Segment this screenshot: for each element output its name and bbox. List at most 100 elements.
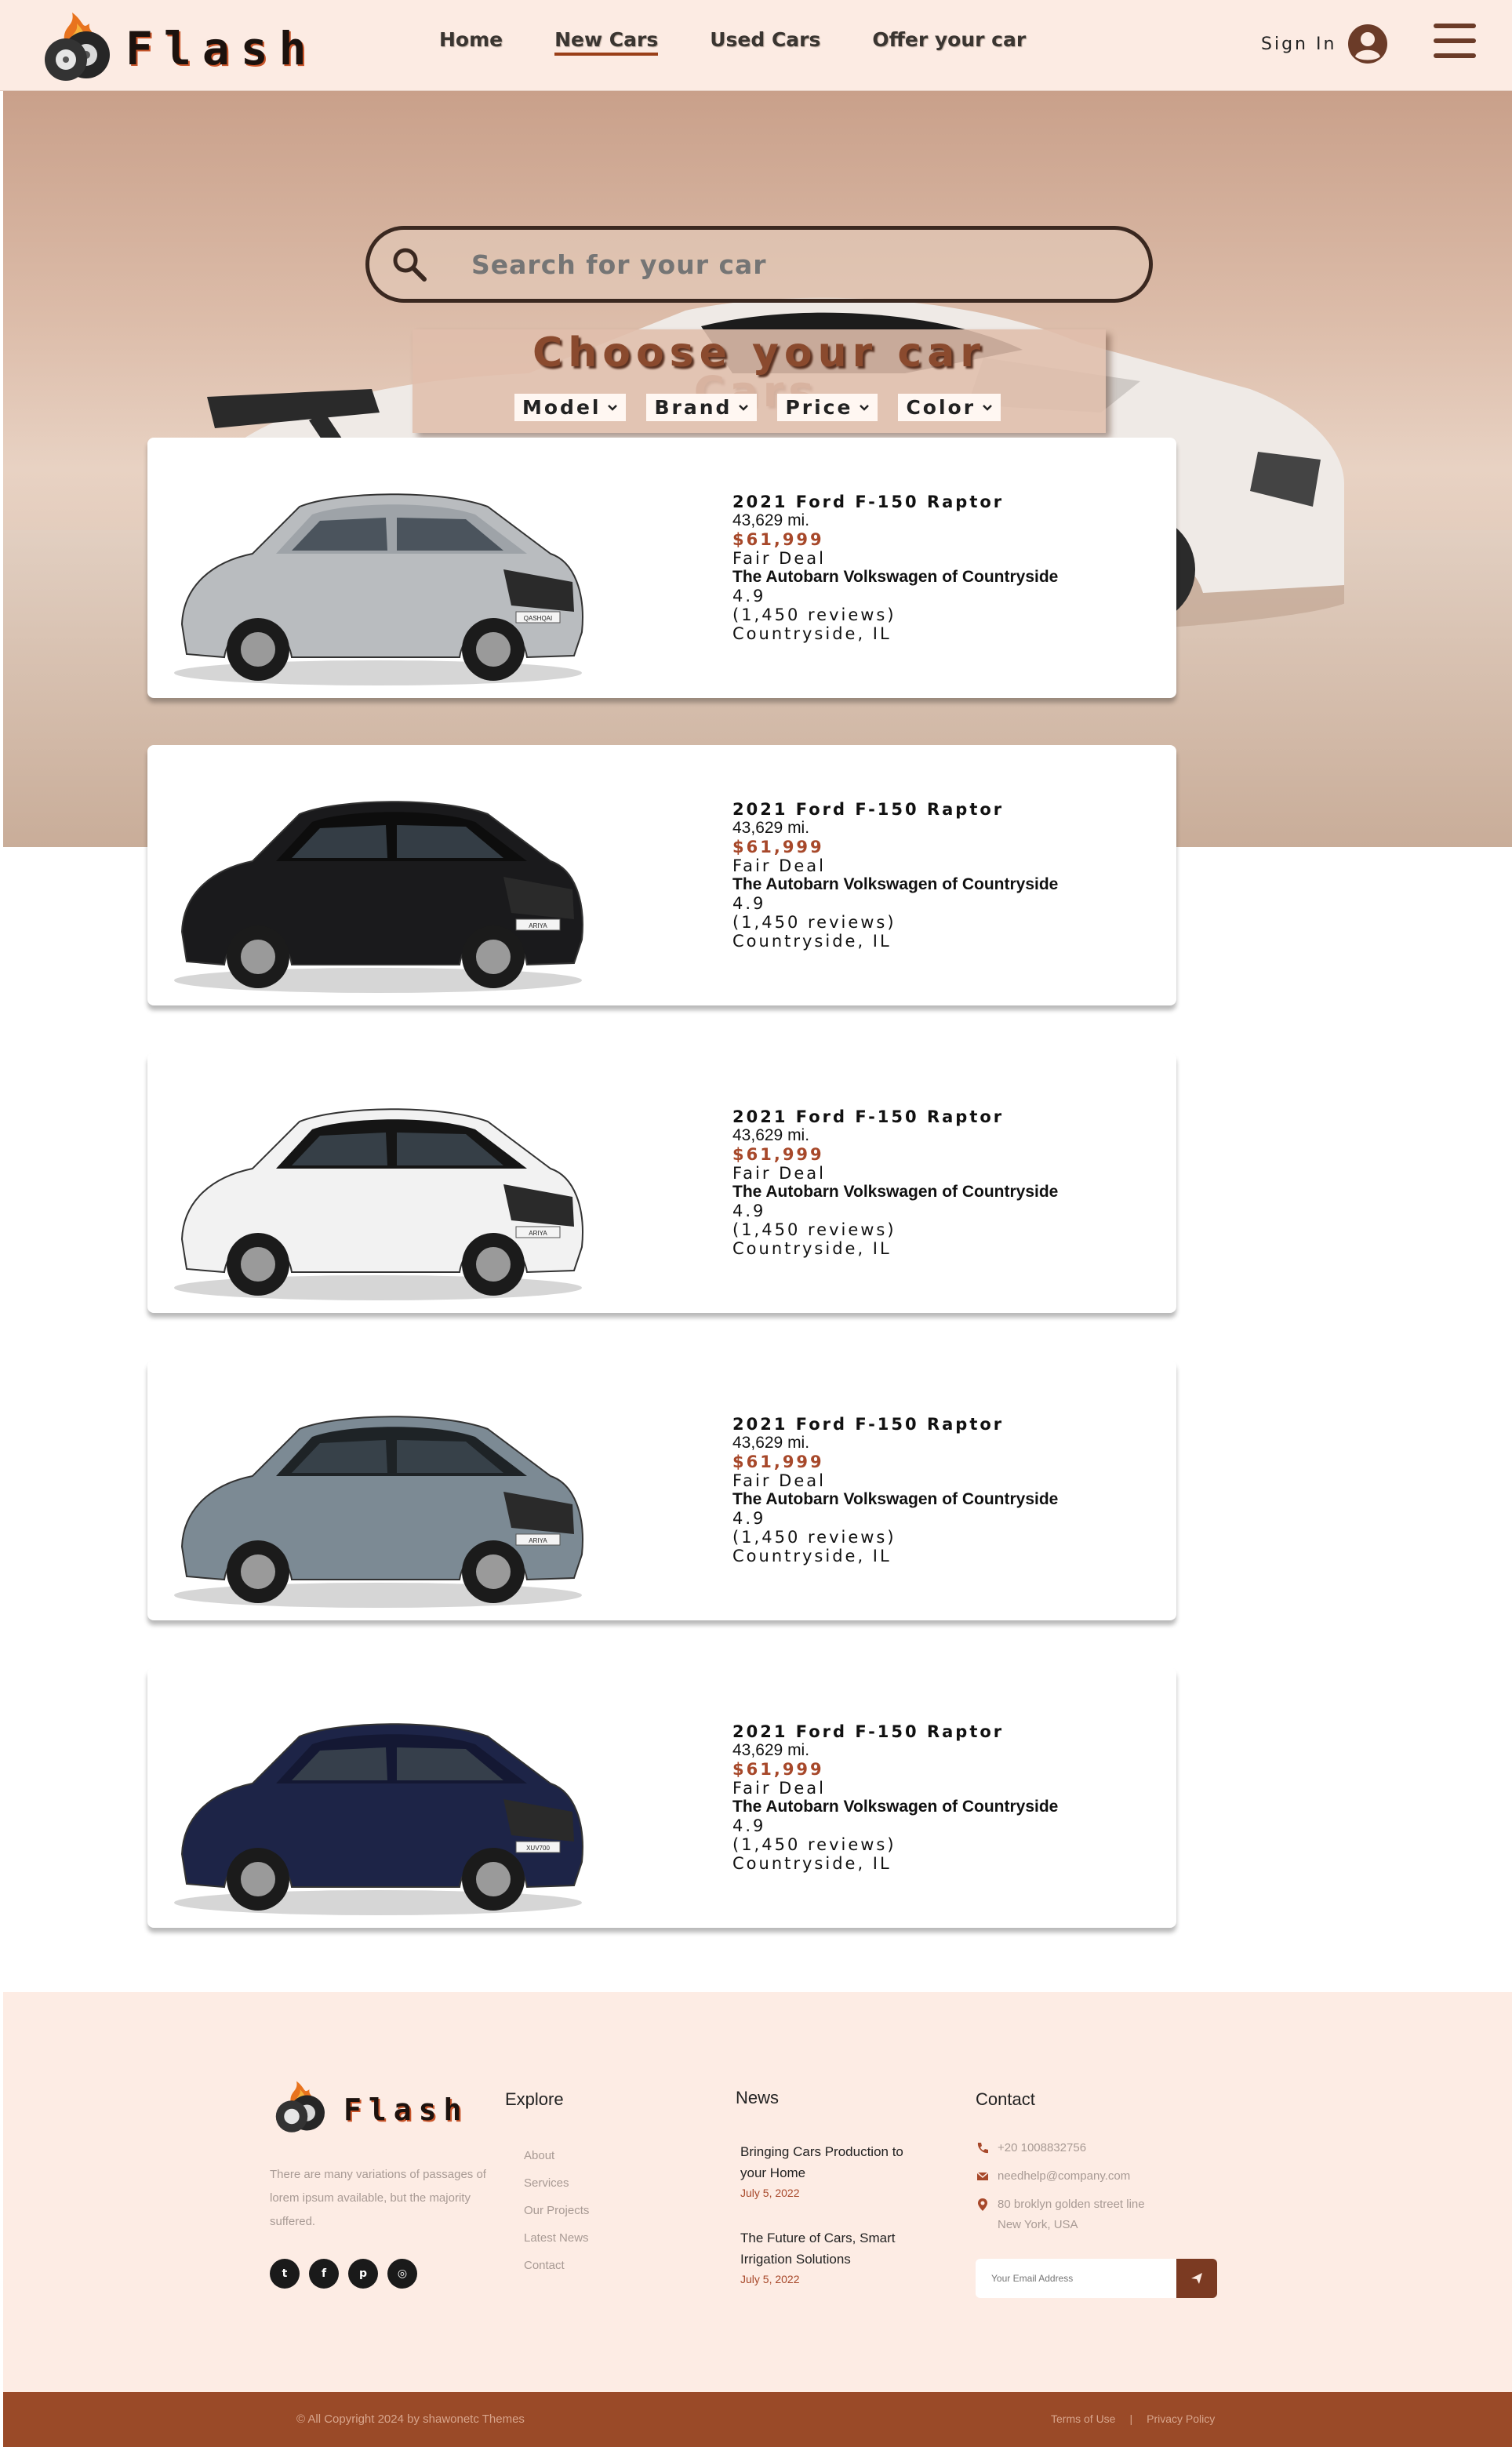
footer-bottom-bar: © All Copyright 2024 by shawonetc Themes… bbox=[3, 2392, 1512, 2447]
social-links: t f p ◎ bbox=[270, 2259, 417, 2289]
hamburger-menu-icon[interactable] bbox=[1434, 24, 1476, 63]
review-count: (1,450 reviews) bbox=[732, 1220, 896, 1239]
news-date: July 5, 2022 bbox=[740, 2273, 800, 2285]
tire-flame-logo-icon bbox=[275, 2081, 325, 2132]
chevron-down-icon bbox=[983, 404, 992, 411]
footer-link-about[interactable]: About bbox=[524, 2149, 589, 2176]
car-chooser-panel: Choose your car Model Brand Price Color bbox=[413, 329, 1106, 433]
send-icon bbox=[1191, 2273, 1202, 2284]
dealer-name: The Autobarn Volkswagen of Countryside bbox=[732, 1490, 1059, 1508]
pinterest-icon[interactable]: p bbox=[348, 2259, 378, 2289]
explore-links: About Services Our Projects Latest News … bbox=[524, 2149, 589, 2286]
car-listing-info: 2021 Ford F-150 Raptor 43,629 mi. $61,99… bbox=[732, 800, 1058, 951]
dealer-name: The Autobarn Volkswagen of Countryside bbox=[732, 875, 1059, 893]
car-listing-info: 2021 Ford F-150 Raptor 43,629 mi. $61,99… bbox=[732, 493, 1058, 643]
dealer-location: Countryside, IL bbox=[732, 1854, 892, 1873]
brand-logo[interactable]: Flash bbox=[41, 9, 307, 82]
contact-heading: Contact bbox=[976, 2089, 1035, 2109]
news-item[interactable]: The Future of Cars, Smart Irrigation Sol… bbox=[740, 2227, 921, 2285]
footer-logo[interactable]: Flash bbox=[273, 2078, 461, 2133]
newsletter-submit-button[interactable] bbox=[1176, 2259, 1217, 2298]
deal-rating: Fair Deal bbox=[732, 549, 826, 568]
car-title: 2021 Ford F-150 Raptor bbox=[732, 1722, 1005, 1741]
car-listing-card[interactable]: XUV700 2021 Ford F-150 Raptor 43,629 mi.… bbox=[147, 1667, 1176, 1928]
filter-price-dropdown[interactable]: Price bbox=[777, 394, 878, 421]
dealer-name: The Autobarn Volkswagen of Countryside bbox=[732, 1798, 1059, 1816]
tire-flame-logo-icon bbox=[45, 13, 110, 81]
site-header: Flash Home New Cars Used Cars Offer your… bbox=[0, 0, 1512, 91]
deal-rating: Fair Deal bbox=[732, 1471, 826, 1490]
main-nav: Home New Cars Used Cars Offer your car bbox=[439, 28, 1078, 56]
car-title: 2021 Ford F-150 Raptor bbox=[732, 1107, 1005, 1126]
contact-email[interactable]: needhelp@company.com bbox=[976, 2166, 1130, 2187]
footer-link-services[interactable]: Services bbox=[524, 2176, 589, 2204]
car-mileage: 43,629 mi. bbox=[732, 819, 810, 837]
contact-phone[interactable]: +20 1008832756 bbox=[976, 2138, 1086, 2158]
phone-number: +20 1008832756 bbox=[998, 2141, 1087, 2154]
car-listing-info: 2021 Ford F-150 Raptor 43,629 mi. $61,99… bbox=[732, 1107, 1058, 1258]
dealer-rating: 4.9 bbox=[732, 1816, 766, 1835]
dealer-rating: 4.9 bbox=[732, 894, 766, 913]
filter-color-dropdown[interactable]: Color bbox=[898, 394, 1001, 421]
car-price: $61,999 bbox=[732, 838, 824, 856]
sign-in-button[interactable]: Sign In bbox=[1261, 24, 1388, 64]
address-line: New York, USA bbox=[998, 2218, 1078, 2231]
car-photo: ARIYA bbox=[174, 1416, 583, 1608]
car-listing-info: 2021 Ford F-150 Raptor 43,629 mi. $61,99… bbox=[732, 1722, 1058, 1873]
dealer-rating: 4.9 bbox=[732, 587, 766, 605]
footer-brand-name: Flash bbox=[343, 2092, 469, 2127]
search-icon bbox=[393, 248, 427, 282]
car-search-bar[interactable] bbox=[365, 226, 1153, 303]
site-footer: Flash There are many variations of passa… bbox=[3, 1992, 1512, 2392]
car-listing-card[interactable]: ARIYA 2021 Ford F-150 Raptor 43,629 mi. … bbox=[147, 745, 1176, 1005]
filter-model-dropdown[interactable]: Model bbox=[514, 394, 627, 421]
car-listing-card[interactable]: QASHQAI 2021 Ford F-150 Raptor 43,629 mi… bbox=[147, 438, 1176, 698]
car-mileage: 43,629 mi. bbox=[732, 1741, 810, 1759]
car-photo: QASHQAI bbox=[174, 493, 583, 685]
dealer-name: The Autobarn Volkswagen of Countryside bbox=[732, 1183, 1059, 1201]
contact-address: 80 broklyn golden street line New York, … bbox=[976, 2194, 1145, 2235]
search-input[interactable] bbox=[471, 249, 1067, 280]
deal-rating: Fair Deal bbox=[732, 1779, 826, 1798]
car-listings: QASHQAI 2021 Ford F-150 Raptor 43,629 mi… bbox=[147, 438, 1176, 1975]
chevron-down-icon bbox=[739, 404, 749, 411]
address-line: 80 broklyn golden street line bbox=[998, 2198, 1145, 2211]
news-item[interactable]: Bringing Cars Production to your Home Ju… bbox=[740, 2141, 921, 2199]
nav-home[interactable]: Home bbox=[439, 28, 503, 56]
privacy-link[interactable]: Privacy Policy bbox=[1147, 2412, 1215, 2425]
legal-separator: | bbox=[1129, 2412, 1133, 2425]
footer-link-projects[interactable]: Our Projects bbox=[524, 2204, 589, 2231]
twitter-icon[interactable]: t bbox=[270, 2259, 300, 2289]
car-mileage: 43,629 mi. bbox=[732, 1126, 810, 1144]
newsletter-email-input[interactable] bbox=[976, 2259, 1176, 2298]
footer-link-contact[interactable]: Contact bbox=[524, 2259, 589, 2286]
svg-text:ARIYA: ARIYA bbox=[529, 1537, 547, 1544]
review-count: (1,450 reviews) bbox=[732, 605, 896, 624]
car-listing-info: 2021 Ford F-150 Raptor 43,629 mi. $61,99… bbox=[732, 1415, 1058, 1565]
filter-brand-dropdown[interactable]: Brand bbox=[646, 394, 758, 421]
footer-link-news[interactable]: Latest News bbox=[524, 2231, 589, 2259]
terms-link[interactable]: Terms of Use bbox=[1051, 2412, 1115, 2425]
car-listing-card[interactable]: ARIYA 2021 Ford F-150 Raptor 43,629 mi. … bbox=[147, 1053, 1176, 1313]
instagram-icon[interactable]: ◎ bbox=[387, 2259, 417, 2289]
news-date: July 5, 2022 bbox=[740, 2187, 800, 2199]
review-count: (1,450 reviews) bbox=[732, 1528, 896, 1547]
car-listing-card[interactable]: ARIYA 2021 Ford F-150 Raptor 43,629 mi. … bbox=[147, 1360, 1176, 1620]
car-price: $61,999 bbox=[732, 1453, 824, 1471]
svg-text:ARIYA: ARIYA bbox=[529, 922, 547, 929]
dealer-rating: 4.9 bbox=[732, 1509, 766, 1528]
nav-offer-your-car[interactable]: Offer your car bbox=[872, 28, 1026, 56]
deal-rating: Fair Deal bbox=[732, 856, 826, 875]
nav-new-cars[interactable]: New Cars bbox=[554, 28, 659, 56]
dealer-location: Countryside, IL bbox=[732, 624, 892, 643]
location-pin-icon bbox=[978, 2198, 987, 2211]
copyright-text: © All Copyright 2024 by shawonetc Themes bbox=[296, 2412, 525, 2426]
chooser-title: Choose your car bbox=[532, 329, 986, 376]
brand-name: Flash bbox=[125, 22, 318, 75]
news-title: The Future of Cars, Smart Irrigation Sol… bbox=[740, 2231, 896, 2267]
filter-label: Color bbox=[906, 396, 976, 419]
facebook-icon[interactable]: f bbox=[309, 2259, 339, 2289]
news-heading: News bbox=[736, 2088, 780, 2107]
footer-description: There are many variations of passages of… bbox=[270, 2168, 486, 2228]
nav-used-cars[interactable]: Used Cars bbox=[710, 28, 820, 56]
